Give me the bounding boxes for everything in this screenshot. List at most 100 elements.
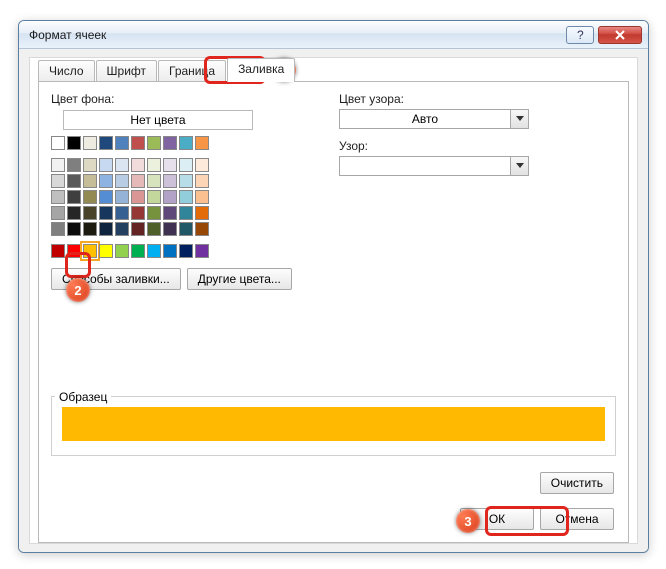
color-swatch[interactable] xyxy=(195,190,209,204)
color-swatch[interactable] xyxy=(115,190,129,204)
color-swatch[interactable] xyxy=(83,222,97,236)
color-swatch[interactable] xyxy=(179,222,193,236)
color-swatch[interactable] xyxy=(67,174,81,188)
color-swatch[interactable] xyxy=(163,222,177,236)
color-swatch[interactable] xyxy=(67,190,81,204)
no-color-button[interactable]: Нет цвета xyxy=(63,110,253,130)
color-swatch[interactable] xyxy=(195,206,209,220)
inner-panel: Число Шрифт Граница Заливка Цвет фона: Н… xyxy=(29,57,638,544)
color-swatch[interactable] xyxy=(195,158,209,172)
pattern-combo[interactable] xyxy=(339,156,529,176)
color-swatch[interactable] xyxy=(195,136,209,150)
color-swatch[interactable] xyxy=(83,206,97,220)
ok-button[interactable]: ОК xyxy=(460,508,534,530)
color-swatch[interactable] xyxy=(51,136,65,150)
color-swatch[interactable] xyxy=(179,206,193,220)
color-swatch[interactable] xyxy=(163,158,177,172)
color-swatch[interactable] xyxy=(147,158,161,172)
color-swatch[interactable] xyxy=(115,136,129,150)
color-swatch[interactable] xyxy=(147,244,161,258)
more-colors-button[interactable]: Другие цвета... xyxy=(187,268,292,290)
color-swatch[interactable] xyxy=(83,174,97,188)
color-swatch[interactable] xyxy=(131,244,145,258)
color-swatch[interactable] xyxy=(51,206,65,220)
tab-fill[interactable]: Заливка xyxy=(227,58,295,82)
tab-font[interactable]: Шрифт xyxy=(96,60,157,82)
client-area: Число Шрифт Граница Заливка Цвет фона: Н… xyxy=(19,49,648,552)
color-swatch[interactable] xyxy=(99,136,113,150)
pattern-section: Цвет узора: Авто Узор: xyxy=(339,92,609,176)
color-row xyxy=(51,174,292,188)
color-swatch[interactable] xyxy=(83,190,97,204)
color-swatch[interactable] xyxy=(147,190,161,204)
color-swatch[interactable] xyxy=(99,174,113,188)
color-swatch[interactable] xyxy=(163,244,177,258)
color-swatch[interactable] xyxy=(131,136,145,150)
color-swatch[interactable] xyxy=(179,136,193,150)
color-swatch[interactable] xyxy=(147,222,161,236)
color-swatch[interactable] xyxy=(131,206,145,220)
close-button[interactable] xyxy=(598,26,642,44)
color-swatch[interactable] xyxy=(83,136,97,150)
color-swatch[interactable] xyxy=(195,244,209,258)
color-swatch[interactable] xyxy=(195,222,209,236)
color-swatch[interactable] xyxy=(99,158,113,172)
color-swatch[interactable] xyxy=(67,222,81,236)
color-swatch[interactable] xyxy=(115,174,129,188)
color-picker xyxy=(51,136,292,258)
dialog-format-cells: Формат ячеек ? Число Шрифт Граница Залив… xyxy=(18,20,649,553)
color-swatch[interactable] xyxy=(163,190,177,204)
fill-effects-button[interactable]: Способы заливки... xyxy=(51,268,181,290)
pattern-label: Узор: xyxy=(339,139,609,153)
color-swatch[interactable] xyxy=(147,206,161,220)
color-swatch[interactable] xyxy=(163,136,177,150)
color-swatch[interactable] xyxy=(83,158,97,172)
color-swatch[interactable] xyxy=(179,174,193,188)
clear-button[interactable]: Очистить xyxy=(540,472,614,494)
color-row xyxy=(51,158,292,172)
pattern-color-combo[interactable]: Авто xyxy=(339,109,529,129)
color-swatch[interactable] xyxy=(179,158,193,172)
cancel-button[interactable]: Отмена xyxy=(540,508,614,530)
color-row xyxy=(51,190,292,204)
color-swatch[interactable] xyxy=(51,174,65,188)
color-swatch[interactable] xyxy=(99,206,113,220)
color-swatch[interactable] xyxy=(195,174,209,188)
tab-number[interactable]: Число xyxy=(38,60,95,82)
help-button[interactable]: ? xyxy=(566,26,594,44)
color-swatch[interactable] xyxy=(131,174,145,188)
color-swatch[interactable] xyxy=(51,158,65,172)
color-swatch[interactable] xyxy=(115,206,129,220)
color-swatch[interactable] xyxy=(163,206,177,220)
color-swatch[interactable] xyxy=(163,174,177,188)
color-swatch[interactable] xyxy=(147,136,161,150)
sample-frame xyxy=(51,396,616,456)
color-swatch[interactable] xyxy=(179,244,193,258)
color-swatch[interactable] xyxy=(83,244,97,258)
color-swatch[interactable] xyxy=(67,244,81,258)
sample-label: Образец xyxy=(55,390,111,404)
color-swatch[interactable] xyxy=(179,190,193,204)
tab-border[interactable]: Граница xyxy=(158,60,226,82)
color-swatch[interactable] xyxy=(67,136,81,150)
color-swatch[interactable] xyxy=(99,222,113,236)
help-icon: ? xyxy=(575,30,585,40)
color-swatch[interactable] xyxy=(131,190,145,204)
chevron-down-icon xyxy=(510,110,528,128)
color-swatch[interactable] xyxy=(131,158,145,172)
tab-strip: Число Шрифт Граница Заливка xyxy=(38,58,296,82)
color-swatch[interactable] xyxy=(115,222,129,236)
color-swatch[interactable] xyxy=(51,190,65,204)
color-swatch[interactable] xyxy=(115,158,129,172)
color-swatch[interactable] xyxy=(51,244,65,258)
color-swatch[interactable] xyxy=(147,174,161,188)
color-swatch[interactable] xyxy=(131,222,145,236)
color-swatch[interactable] xyxy=(67,158,81,172)
color-swatch[interactable] xyxy=(51,222,65,236)
color-swatch[interactable] xyxy=(67,206,81,220)
color-swatch[interactable] xyxy=(99,244,113,258)
color-swatch[interactable] xyxy=(99,190,113,204)
pattern-color-label: Цвет узора: xyxy=(339,92,609,106)
color-row-standard xyxy=(51,244,292,258)
color-swatch[interactable] xyxy=(115,244,129,258)
